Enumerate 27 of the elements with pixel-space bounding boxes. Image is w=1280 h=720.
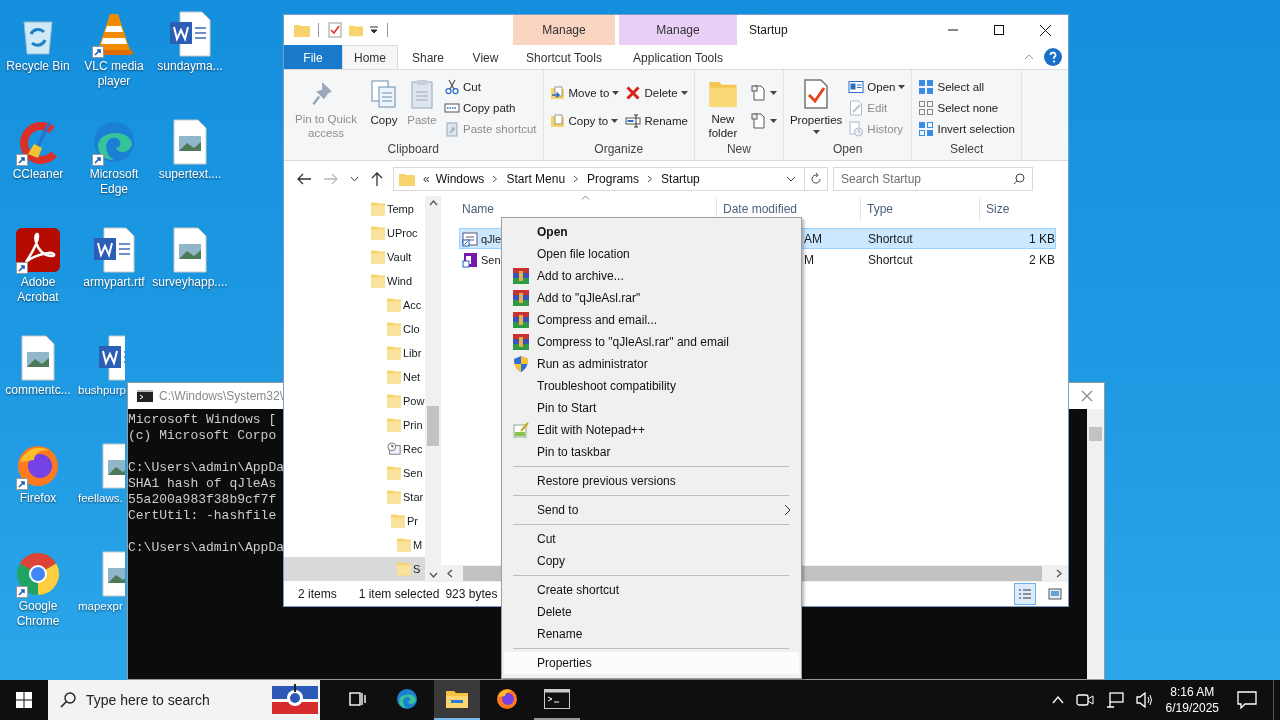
file-type: Shortcut	[868, 252, 913, 267]
console-line: (c) Microsoft Corpo	[128, 428, 277, 444]
ribbon-group-label: Clipboard	[386, 141, 440, 158]
window-title: Startup	[749, 23, 788, 37]
console-line: CertUtil: -hashfile	[128, 508, 277, 524]
contextual-tab-header: Manage	[619, 15, 737, 45]
ribbon-group-label: Organize	[593, 141, 645, 158]
console-line: 55a200a983f38b9cf7f	[128, 492, 277, 508]
ribbon-group-label: Open	[832, 141, 864, 158]
console-line: SHA1 hash of qJleAs	[128, 476, 277, 492]
file-name: Sen	[481, 253, 501, 266]
file-type: Shortcut	[868, 231, 913, 246]
selection-count: 1 item selected	[358, 587, 440, 601]
selection-size: 923 bytes	[445, 587, 498, 601]
item-count: 2 items	[298, 587, 337, 601]
file-name: qJle	[481, 232, 502, 245]
date-modified: M	[804, 252, 814, 267]
console-line: C:\Users\admin\AppDa	[128, 460, 285, 476]
contextual-tab-header: Manage	[513, 15, 615, 45]
file-size: 1 KB	[1029, 231, 1055, 246]
window-title: C:\Windows\System32\	[159, 389, 284, 403]
file-size: 2 KB	[1029, 252, 1055, 267]
date-modified: AM	[804, 231, 822, 246]
ribbon-group-label: New	[725, 141, 752, 158]
ribbon-group-label: Select	[948, 141, 985, 158]
console-line: Microsoft Windows [	[128, 412, 277, 428]
console-line: C:\Users\admin\AppDa	[128, 540, 285, 556]
